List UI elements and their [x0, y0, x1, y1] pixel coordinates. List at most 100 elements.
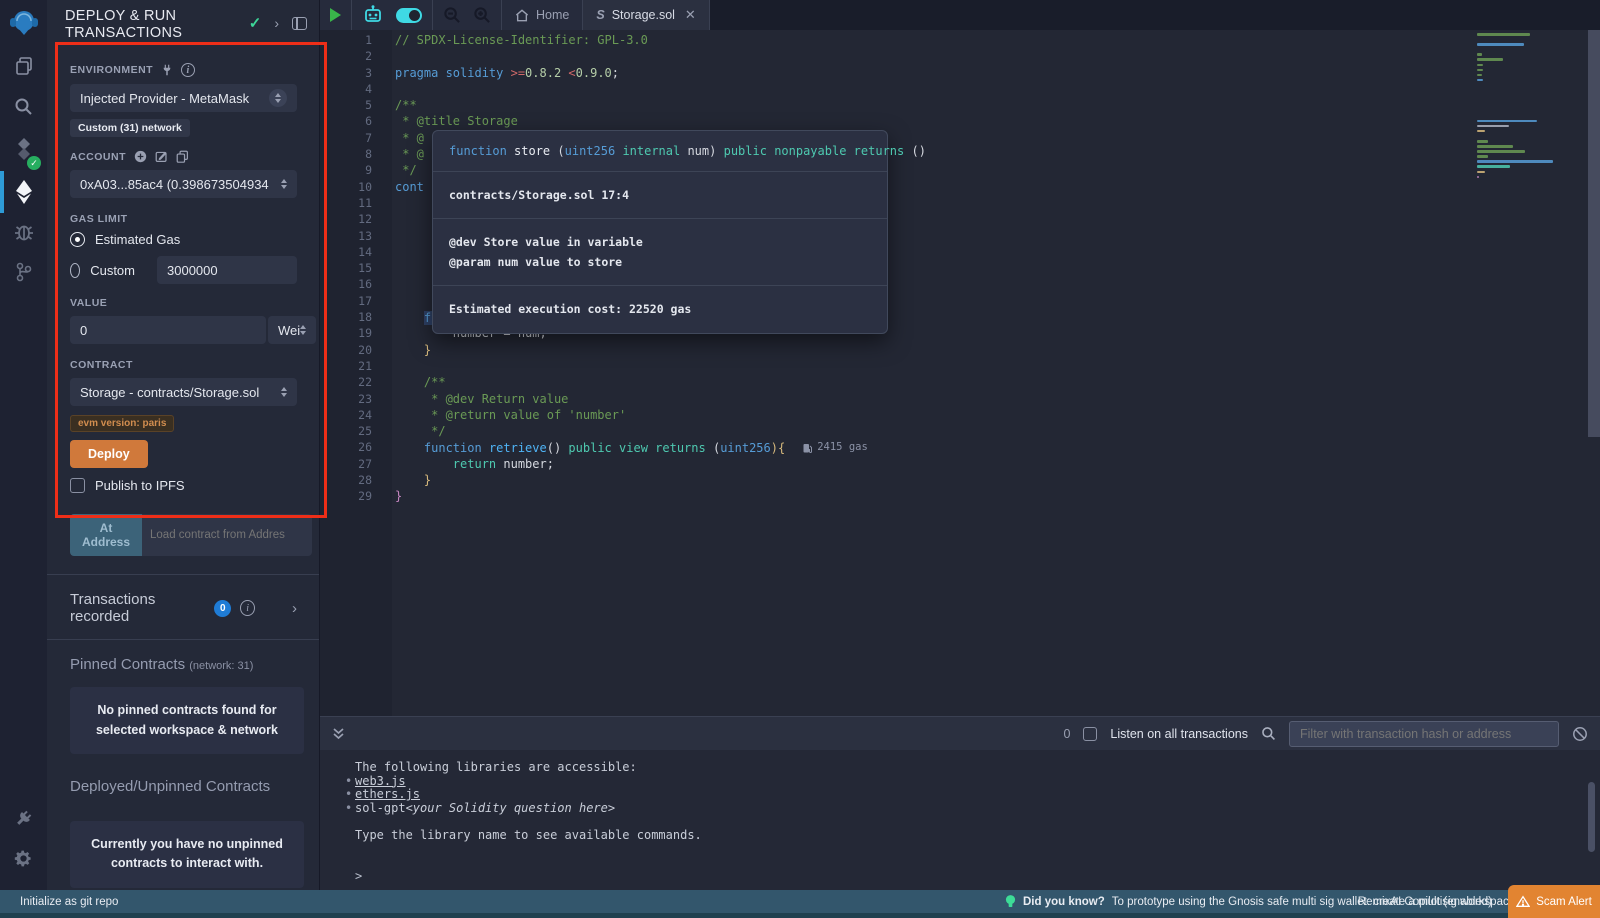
- add-account-icon[interactable]: [134, 150, 147, 163]
- estimated-gas-radio[interactable]: [70, 232, 85, 247]
- line-number: 1: [320, 32, 392, 48]
- code-line[interactable]: pragma solidity >=0.8.2 <0.9.0;: [395, 65, 1480, 81]
- search-icon[interactable]: [0, 86, 47, 126]
- code-line[interactable]: }: [395, 488, 1480, 504]
- tab-storage-sol[interactable]: S Storage.sol ✕: [583, 0, 709, 30]
- web3-link[interactable]: web3.js: [355, 775, 406, 789]
- value-unit: Wei: [278, 323, 300, 338]
- code-line[interactable]: /**: [395, 374, 1480, 390]
- environment-label: ENVIRONMENT: [70, 64, 153, 76]
- terminal-collapse-icon[interactable]: [320, 727, 345, 741]
- line-number: 18: [320, 309, 392, 325]
- copy-address-icon[interactable]: [176, 150, 189, 163]
- plug-icon[interactable]: [161, 64, 173, 76]
- environment-select[interactable]: Injected Provider - MetaMask: [70, 84, 297, 112]
- main-area: Home S Storage.sol ✕ 1234567891011121314…: [320, 0, 1600, 890]
- status-bar: Initialize as git repo Did you know? To …: [0, 890, 1600, 913]
- terminal[interactable]: The following libraries are accessible: …: [320, 750, 1600, 890]
- environment-stepper-icon[interactable]: [269, 89, 287, 107]
- code-line[interactable]: * @return value of 'number': [395, 407, 1480, 423]
- deploy-run-icon[interactable]: [0, 172, 47, 212]
- tab-home[interactable]: Home: [502, 0, 583, 30]
- at-address-input[interactable]: [142, 514, 312, 556]
- line-number: 12: [320, 211, 392, 227]
- environment-info-icon[interactable]: i: [181, 63, 195, 77]
- code-line[interactable]: * @dev Return value: [395, 391, 1480, 407]
- deploy-button[interactable]: Deploy: [70, 440, 148, 468]
- editor-scrollbar[interactable]: [1588, 30, 1600, 437]
- minimap-line: [1477, 125, 1509, 128]
- terminal-search-icon[interactable]: [1261, 726, 1276, 741]
- minimap[interactable]: [1477, 33, 1556, 181]
- git-init-status[interactable]: Initialize as git repo: [0, 896, 118, 908]
- minimap-line: [1477, 171, 1485, 174]
- custom-gas-radio[interactable]: [70, 263, 80, 278]
- line-number: 23: [320, 391, 392, 407]
- line-number: 4: [320, 81, 392, 97]
- code-line[interactable]: return number;: [395, 456, 1480, 472]
- run-script-icon[interactable]: [330, 8, 341, 22]
- scam-alert-button[interactable]: Scam Alert: [1508, 885, 1600, 918]
- debugger-icon[interactable]: [0, 212, 47, 252]
- panel-chevron-icon[interactable]: ›: [274, 15, 279, 31]
- tab-close-icon[interactable]: ✕: [685, 7, 696, 23]
- code-line[interactable]: function retrieve() public view returns …: [395, 439, 1480, 455]
- line-number: 17: [320, 293, 392, 309]
- code-line[interactable]: [395, 81, 1480, 97]
- custom-gas-label: Custom: [90, 263, 135, 278]
- warning-triangle-icon: [1516, 895, 1530, 908]
- ethers-link[interactable]: ethers.js: [355, 788, 420, 802]
- file-explorer-icon[interactable]: [0, 46, 47, 86]
- clear-console-icon[interactable]: [1572, 726, 1588, 742]
- unit-stepper-icon[interactable]: [300, 325, 306, 335]
- line-number: 15: [320, 260, 392, 276]
- code-line[interactable]: * @title Storage: [395, 113, 1480, 129]
- line-number: 13: [320, 228, 392, 244]
- contract-select[interactable]: Storage - contracts/Storage.sol: [70, 378, 297, 406]
- terminal-scrollbar[interactable]: [1588, 782, 1595, 852]
- code-editor[interactable]: 1234567891011121314151617181920212223242…: [320, 30, 1600, 716]
- account-stepper-icon[interactable]: [281, 179, 287, 189]
- code-line[interactable]: [395, 358, 1480, 374]
- copilot-toggle[interactable]: [396, 8, 422, 23]
- code-line[interactable]: */: [395, 423, 1480, 439]
- settings-gear-icon[interactable]: [0, 838, 47, 878]
- plugin-manager-icon[interactable]: [0, 798, 47, 838]
- pinned-network-label: (network: 31): [189, 660, 253, 672]
- at-address-button[interactable]: At Address: [70, 514, 142, 556]
- remix-logo-icon[interactable]: [0, 0, 47, 46]
- contract-stepper-icon[interactable]: [281, 387, 287, 397]
- solidity-compiler-icon[interactable]: ✓: [0, 126, 47, 172]
- sign-message-icon[interactable]: [155, 150, 168, 163]
- code-line[interactable]: }: [395, 472, 1480, 488]
- transactions-expand-icon[interactable]: ›: [292, 600, 297, 617]
- git-icon[interactable]: [0, 252, 47, 292]
- pin-panel-icon[interactable]: [292, 17, 307, 30]
- zoom-in-icon[interactable]: [473, 6, 491, 24]
- ai-copilot-robot-icon[interactable]: [362, 5, 384, 25]
- transactions-info-icon[interactable]: i: [240, 600, 255, 616]
- line-number: 5: [320, 97, 392, 113]
- custom-gas-input[interactable]: [157, 256, 297, 284]
- terminal-filter-input[interactable]: [1289, 721, 1559, 747]
- zoom-out-icon[interactable]: [443, 6, 461, 24]
- code-line[interactable]: // SPDX-License-Identifier: GPL-3.0: [395, 32, 1480, 48]
- line-number: 28: [320, 472, 392, 488]
- publish-ipfs-checkbox[interactable]: [70, 478, 85, 493]
- line-number-gutter: 1234567891011121314151617181920212223242…: [320, 30, 392, 716]
- value-unit-select[interactable]: Wei: [268, 316, 316, 344]
- line-number: 24: [320, 407, 392, 423]
- value-input[interactable]: [70, 316, 266, 344]
- listen-all-checkbox[interactable]: [1083, 727, 1097, 741]
- line-number: 27: [320, 456, 392, 472]
- panel-title: DEPLOY & RUN TRANSACTIONS: [65, 8, 225, 41]
- account-select[interactable]: 0xA03...85ac4 (0.398673504934: [70, 170, 297, 198]
- solgpt-label: sol-gpt: [355, 802, 406, 816]
- code-line[interactable]: }: [395, 342, 1480, 358]
- minimap-line: [1477, 145, 1513, 148]
- pinned-empty-message: No pinned contracts found for selected w…: [70, 687, 304, 754]
- terminal-prompt[interactable]: >: [355, 870, 1600, 884]
- activity-bar: ✓: [0, 0, 47, 890]
- code-line[interactable]: /**: [395, 97, 1480, 113]
- code-line[interactable]: [395, 48, 1480, 64]
